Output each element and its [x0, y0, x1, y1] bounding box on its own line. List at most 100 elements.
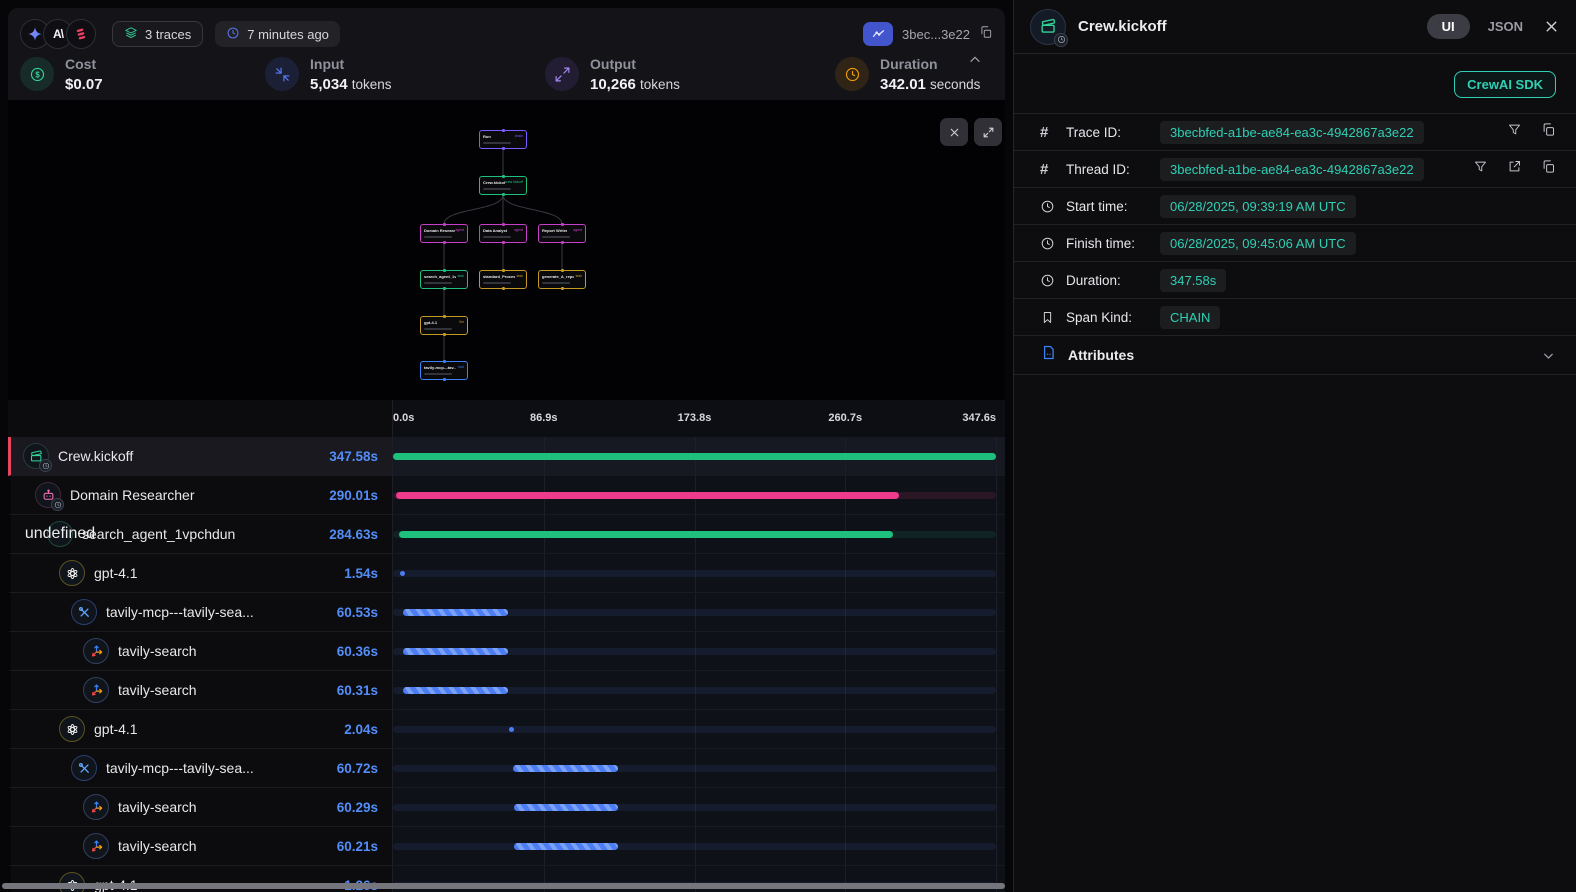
- graph-node-analyst[interactable]: Data Analyst agent: [479, 224, 527, 243]
- graph-node-badge: crew kickoff: [505, 180, 523, 184]
- span-name: tavily-search: [118, 643, 197, 659]
- span-detail-panel: Crew.kickoff UI JSON CrewAI SDK # Trace …: [1013, 0, 1576, 892]
- dollar-icon: $: [20, 57, 54, 91]
- span-row[interactable]: tavily-search 60.31s: [8, 671, 1005, 710]
- graph-node-task3[interactable]: generate_A_repor... task: [538, 270, 586, 289]
- tavily-icon: [83, 677, 109, 703]
- span-row[interactable]: Domain Researcher 290.01s: [8, 476, 1005, 515]
- detail-value: 347.58s: [1160, 269, 1226, 292]
- detail-value: 3becbfed-a1be-ae84-ea3c-4942867a3e22: [1160, 158, 1424, 181]
- span-bar-cell: [392, 554, 1005, 592]
- span-bar: [403, 609, 508, 616]
- span-duration: 60.72s: [337, 761, 392, 776]
- axis-tick: 347.6s: [962, 412, 996, 424]
- graph-node-label: Report Writer: [542, 228, 567, 233]
- span-bar-cell: [392, 788, 1005, 826]
- graph-node-badge: task: [517, 274, 523, 278]
- external-icon[interactable]: [1507, 159, 1522, 179]
- graph-node-badge: tool: [458, 365, 464, 369]
- span-row[interactable]: gpt-4.1 2.04s: [8, 710, 1005, 749]
- span-name: Domain Researcher: [70, 487, 195, 503]
- sdk-badge: CrewAI SDK: [1454, 71, 1556, 98]
- graph-node-label: Data Analyst: [483, 228, 507, 233]
- stats-row: $ Cost $0.07 Input 5,034 tokens Output 1…: [20, 55, 993, 93]
- graph-node-task2[interactable]: standard_Process... task: [479, 270, 527, 289]
- graph-node-search[interactable]: search_agent_1vp... task: [420, 270, 468, 289]
- graph-node-writer[interactable]: Report Writer agent: [538, 224, 586, 243]
- horizontal-scrollbar[interactable]: [2, 883, 1005, 889]
- span-row[interactable]: tavily-mcp---tavily-sea... 60.53s: [8, 593, 1005, 632]
- layers-icon: [124, 26, 138, 43]
- axis-tick: 173.8s: [678, 412, 712, 424]
- clock-icon: [835, 57, 869, 91]
- span-name: search_agent_1vpchdun: [82, 526, 235, 542]
- span-waterfall: Crew.kickoff 347.58s Domain Researcher 2…: [8, 437, 1005, 892]
- span-row[interactable]: tavily-search 60.21s: [8, 827, 1005, 866]
- graph-node-badge: llm: [460, 320, 464, 324]
- span-bar-cell: [392, 476, 1005, 514]
- span-row[interactable]: Crew.kickoff 347.58s: [8, 437, 1005, 476]
- provider-avatars: A\: [20, 19, 96, 49]
- graph-node-domain[interactable]: Domain Researcher agent: [420, 224, 468, 243]
- span-row[interactable]: tavily-mcp---tavily-sea... 60.72s: [8, 749, 1005, 788]
- detail-row-thread-id: # Thread ID: 3becbfed-a1be-ae84-ea3c-494…: [1014, 151, 1576, 188]
- metrics-chart-button[interactable]: [863, 22, 893, 46]
- span-name: tavily-search: [118, 838, 197, 854]
- svg-text:$: $: [35, 70, 40, 79]
- stat-label: Cost: [65, 56, 103, 72]
- span-bar: [403, 687, 508, 694]
- graph-close-button[interactable]: [940, 118, 968, 146]
- trace-id-short: 3bec...3e22: [902, 27, 970, 42]
- graph-node-badge: agent: [455, 228, 464, 232]
- collapse-stats-button[interactable]: [967, 52, 983, 73]
- copy-trace-id-button[interactable]: [979, 25, 993, 44]
- trace-header: A\ 3 traces 7 minutes ago 3bec...3e22: [20, 18, 993, 50]
- span-bar-cell: [392, 827, 1005, 865]
- clock-badge-icon: [51, 498, 64, 511]
- span-name: tavily-search: [118, 682, 197, 698]
- detail-row-span-kind: Span Kind: CHAIN: [1014, 299, 1576, 336]
- trace-overview-pane: A\ 3 traces 7 minutes ago 3bec...3e22 $ …: [0, 0, 1013, 892]
- span-name: Crew.kickoff: [58, 448, 133, 464]
- crewai-icon: undefined: [47, 521, 73, 547]
- span-row[interactable]: undefined search_agent_1vpchdun 284.63s: [8, 515, 1005, 554]
- filter-icon[interactable]: [1473, 159, 1488, 179]
- span-bar-cell: [392, 515, 1005, 553]
- graph-node-label: Run: [483, 134, 491, 139]
- attributes-section-toggle[interactable]: Attributes: [1014, 336, 1576, 375]
- detail-panel-header: Crew.kickoff UI JSON: [1014, 0, 1576, 54]
- graph-expand-button[interactable]: [974, 118, 1002, 146]
- tab-ui[interactable]: UI: [1427, 14, 1470, 39]
- span-row[interactable]: tavily-search 60.29s: [8, 788, 1005, 827]
- tab-json[interactable]: JSON: [1488, 19, 1523, 34]
- span-row[interactable]: tavily-search 60.36s: [8, 632, 1005, 671]
- agent-icon: [35, 482, 61, 508]
- clock-badge-icon: [39, 459, 52, 472]
- close-panel-button[interactable]: [1543, 18, 1560, 35]
- graph-node-badge: agent: [573, 228, 582, 232]
- copy-icon[interactable]: [1541, 159, 1556, 179]
- crewai-logo: [66, 19, 96, 49]
- span-name: tavily-search: [118, 799, 197, 815]
- span-bar: [514, 804, 619, 811]
- span-bar: [509, 727, 514, 732]
- filter-icon[interactable]: [1507, 122, 1522, 142]
- detail-label: Trace ID:: [1066, 125, 1160, 140]
- graph-node-run[interactable]: Run chain: [479, 130, 527, 149]
- graph-node-gpt[interactable]: gpt-4.1 llm: [420, 316, 468, 335]
- graph-node-kickoff[interactable]: Crew.kickoff crew kickoff: [479, 176, 527, 195]
- span-row[interactable]: gpt-4.1 1.54s: [8, 554, 1005, 593]
- span-bar: [400, 571, 405, 576]
- stat-value: 10,266 tokens: [590, 76, 680, 93]
- clock-icon: [1040, 236, 1060, 251]
- graph-node-tool[interactable]: tavily-mcp---tav... tool: [420, 361, 468, 380]
- trace-age-label: 7 minutes ago: [247, 27, 329, 42]
- timeline-axis: 0.0s86.9s173.8s260.7s347.6s: [8, 400, 1005, 437]
- copy-icon[interactable]: [1541, 122, 1556, 142]
- graph-node-badge: task: [458, 274, 464, 278]
- arrows-in-icon: [265, 57, 299, 91]
- hash-icon: #: [1040, 124, 1060, 141]
- traces-count-label: 3 traces: [145, 27, 191, 42]
- tavily-icon: [83, 638, 109, 664]
- span-duration: 60.29s: [337, 800, 392, 815]
